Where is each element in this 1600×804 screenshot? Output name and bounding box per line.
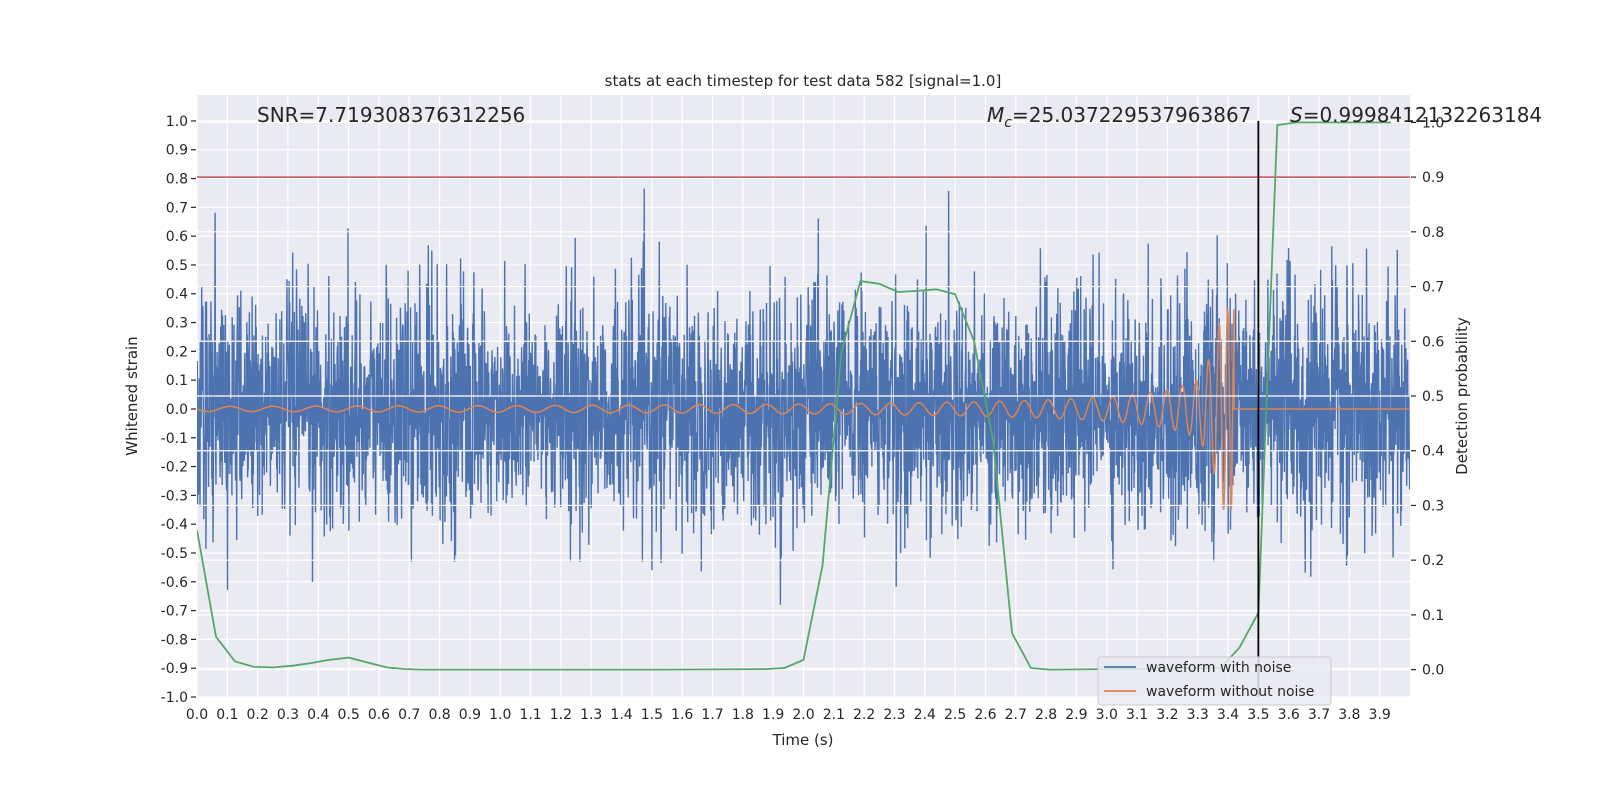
x-tick-label: 0.8: [428, 707, 450, 723]
y2-tick-label: 0.3: [1422, 498, 1444, 514]
y-tick-label: 0.4: [166, 287, 188, 303]
x-tick-label: 2.8: [1035, 707, 1057, 723]
x-tick-label: 2.5: [944, 707, 966, 723]
chart-title: stats at each timestep for test data 582…: [605, 72, 1002, 90]
y-tick-label: 0.6: [166, 229, 188, 245]
x-tick-label: 0.7: [398, 707, 420, 723]
score-annotation: S=0.9998412132263184: [1290, 103, 1542, 127]
x-tick-label: 1.3: [580, 707, 602, 723]
x-tick-label: 3.3: [1187, 707, 1209, 723]
y-tick-label: -0.6: [161, 575, 188, 591]
x-tick-label: 2.1: [823, 707, 845, 723]
y2-tick-label: 0.6: [1422, 334, 1444, 350]
x-tick-label: 3.5: [1247, 707, 1269, 723]
y-tick-label: -0.2: [161, 460, 188, 476]
chart: 0.0 0.1 0.2 0.3 0.4 0.5 0.6 0.7 0.8 0.9 1.0 1.1 1.2 1…: [123, 72, 1542, 749]
y-tick-label: 0.9: [166, 143, 188, 159]
y2-tick-label: 0.4: [1422, 444, 1444, 460]
x-tick-label: 3.1: [1126, 707, 1148, 723]
x-tick-label: 1.4: [610, 707, 632, 723]
y2-tick-label: 0.1: [1422, 608, 1444, 624]
y-tick-label: -0.3: [161, 488, 188, 504]
s-value: =0.9998412132263184: [1303, 103, 1542, 127]
chirp-mass-annotation: Mc=25.037229537963867: [987, 103, 1251, 131]
snr-annotation: SNR=7.719308376312256: [257, 103, 525, 127]
x-axis-label: Time (s): [772, 731, 834, 749]
legend-label-noise: waveform with noise: [1146, 660, 1291, 676]
y-tick-label: -0.5: [161, 546, 188, 562]
y-tick-label: 1.0: [166, 114, 188, 130]
x-tick-label: 3.2: [1156, 707, 1178, 723]
x-tick-label: 0.2: [247, 707, 269, 723]
x-ticks: 0.0 0.1 0.2 0.3 0.4 0.5 0.6 0.7 0.8 0.9 1.0 1.1 1.2 1…: [186, 707, 1391, 723]
x-tick-label: 1.9: [762, 707, 784, 723]
x-tick-label: 0.3: [277, 707, 299, 723]
x-tick-label: 1.1: [519, 707, 541, 723]
x-tick-label: 1.8: [732, 707, 754, 723]
y-tick-label: 0.8: [166, 172, 188, 188]
x-tick-label: 2.6: [974, 707, 996, 723]
y2-tick-label: 0.8: [1422, 225, 1444, 241]
x-tick-label: 1.7: [701, 707, 723, 723]
x-tick-label: 2.2: [853, 707, 875, 723]
x-tick-label: 0.1: [216, 707, 238, 723]
y2-tick-label: 0.0: [1422, 663, 1444, 679]
y-tick-label: 0.0: [166, 402, 188, 418]
y2-tick-label: 0.7: [1422, 280, 1444, 296]
y-tick-label: -1.0: [161, 690, 188, 706]
x-tick-label: 2.4: [914, 707, 936, 723]
y2-tick-label: 0.2: [1422, 553, 1444, 569]
y-tick-label: -0.8: [161, 632, 188, 648]
x-tick-label: 1.2: [550, 707, 572, 723]
y2-axis-label: Detection probability: [1453, 317, 1471, 475]
y-tick-label: -0.4: [161, 517, 188, 533]
x-tick-label: 2.3: [883, 707, 905, 723]
y2-ticks: 0.00.10.20.30.40.50.60.70.80.91.0: [1411, 115, 1444, 679]
mc-value: =25.037229537963867: [1012, 103, 1251, 127]
x-tick-label: 3.9: [1369, 707, 1391, 723]
y-tick-label: 0.7: [166, 200, 188, 216]
x-tick-label: 0.5: [337, 707, 359, 723]
x-tick-label: 2.7: [1005, 707, 1027, 723]
x-tick-label: 3.6: [1278, 707, 1300, 723]
x-tick-label: 1.5: [641, 707, 663, 723]
x-tick-label: 3.7: [1308, 707, 1330, 723]
y-tick-label: 0.5: [166, 258, 188, 274]
y-tick-label: -0.9: [161, 661, 188, 677]
x-tick-label: 1.0: [489, 707, 511, 723]
mc-label: M: [987, 103, 1004, 127]
x-tick-label: 3.4: [1217, 707, 1239, 723]
y2-tick-label: 0.5: [1422, 389, 1444, 405]
legend: waveform with noise waveform without noi…: [1097, 656, 1332, 706]
x-tick-label: 3.0: [1096, 707, 1118, 723]
x-tick-label: 2.0: [792, 707, 814, 723]
x-tick-label: 1.6: [671, 707, 693, 723]
x-tick-label: 0.4: [307, 707, 329, 723]
y-ticks: -1.0 -0.9 -0.8 -0.7 -0.6 -0.5 -0.4 -0.3 -0.2 -0.1…: [161, 114, 196, 706]
legend-label-clean: waveform without noise: [1146, 684, 1314, 700]
y2-tick-label: 0.9: [1422, 170, 1444, 186]
x-tick-label: 3.8: [1338, 707, 1360, 723]
x-tick-label: 0.6: [368, 707, 390, 723]
y-tick-label: -0.1: [161, 431, 188, 447]
y-tick-label: 0.1: [166, 373, 188, 389]
x-tick-label: 0.0: [186, 707, 208, 723]
s-label: S: [1290, 103, 1303, 127]
x-tick-label: 0.9: [459, 707, 481, 723]
x-tick-label: 2.9: [1065, 707, 1087, 723]
y-tick-label: 0.3: [166, 316, 188, 332]
y-tick-label: -0.7: [161, 604, 188, 620]
y-tick-label: 0.2: [166, 344, 188, 360]
y-axis-label: Whitened strain: [123, 336, 141, 455]
